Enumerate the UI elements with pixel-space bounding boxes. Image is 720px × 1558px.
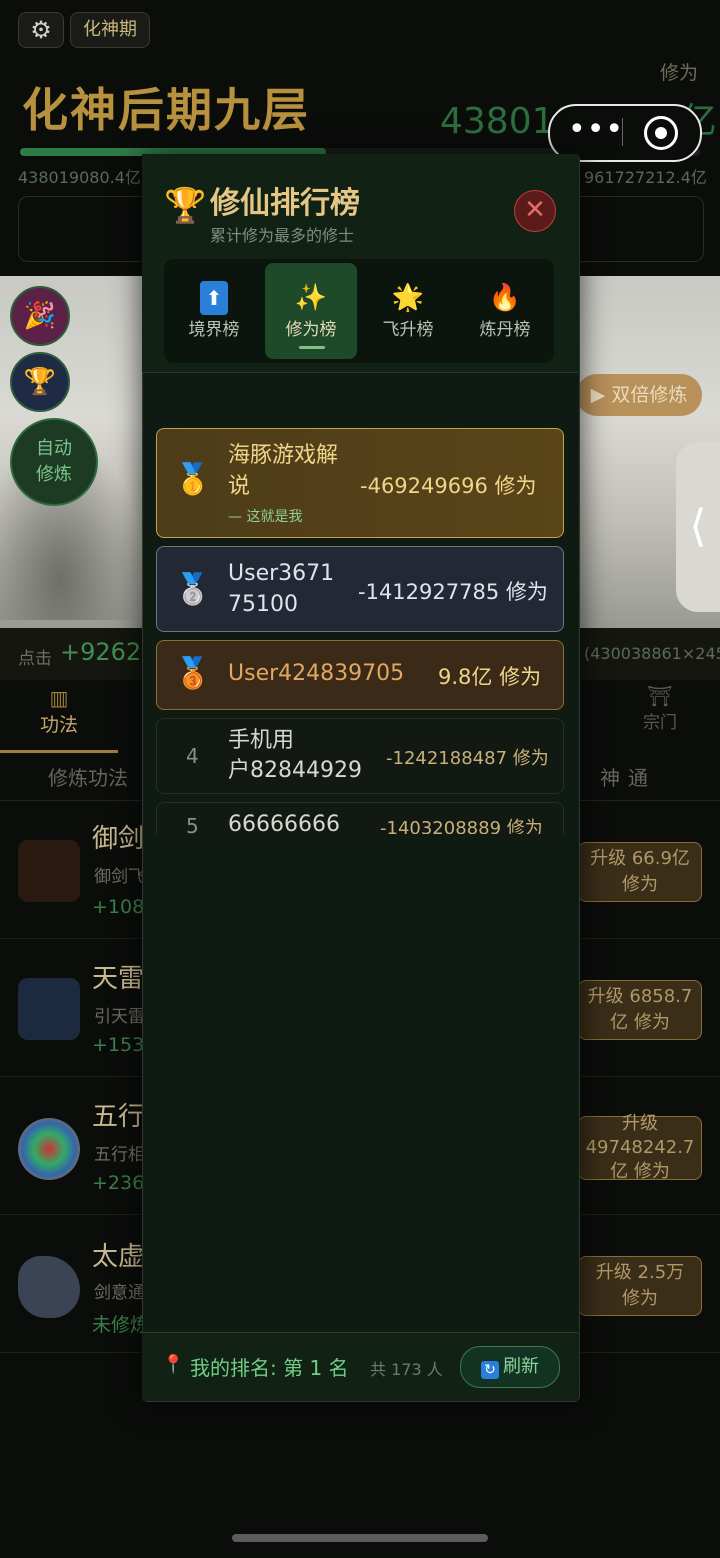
modal-title: 修仙排行榜 <box>210 186 360 221</box>
side-panel-arrow-icon[interactable]: ⟨ <box>676 442 720 612</box>
subtab-techniques[interactable]: 修炼功法 <box>48 762 128 791</box>
sparkles-icon: ✨ <box>294 283 328 313</box>
bronze-medal-icon: 🥉 <box>174 656 212 691</box>
skill-desc: 引天雷 <box>94 1007 145 1027</box>
skill-name: 天雷 <box>92 964 145 994</box>
double-cultivate-button[interactable]: ▶ 双倍修炼 <box>576 374 702 416</box>
rank-number: 5 <box>186 814 199 834</box>
player-name: 手机用 户82844929 <box>228 728 362 783</box>
player-name: User424839705 <box>228 661 405 686</box>
skill-name: 太虚 <box>92 1242 145 1272</box>
more-dots-icon[interactable]: ••• <box>568 112 624 147</box>
skill-desc: 御剑飞 <box>94 867 145 887</box>
location-pin-icon: 📍 <box>162 1354 185 1375</box>
xiuwei-label: 修为 <box>659 62 698 84</box>
tab-alchemy[interactable]: 🔥 炼丹榜 <box>459 263 551 359</box>
tab-ascension[interactable]: 🌟 飞升榜 <box>362 263 454 359</box>
auto-cultivate-label: 自动 修炼 <box>36 438 72 485</box>
player-name: 66666666 <box>228 812 340 834</box>
tab-cultivation-label: 修为榜 <box>285 320 337 340</box>
progress-target: 961727212.4亿 <box>584 168 707 187</box>
tab-cultivation[interactable]: ✨ 修为榜 <box>265 263 357 359</box>
click-formula: (430038861×245.6 <box>584 644 720 663</box>
upgrade-label: 升级 66.9亿 修为 <box>590 848 690 895</box>
tab-zongmen-label: 宗门 <box>643 713 677 733</box>
glowing-star-icon: 🌟 <box>391 283 425 313</box>
cultivation-value: 9.8亿 修为 <box>438 665 542 689</box>
rank-number: 4 <box>186 744 199 768</box>
player-name: User3671 75100 <box>228 561 335 617</box>
subtab-divine-arts[interactable]: 神通 <box>600 762 656 791</box>
close-miniprogram-icon[interactable] <box>644 116 678 150</box>
cultivation-value: -1242188487 修为 <box>386 748 549 769</box>
tab-ascension-label: 飞升榜 <box>382 320 434 340</box>
skill-gain: +236 <box>92 1172 145 1194</box>
my-rank: 我的排名: 第 1 名 <box>190 1356 349 1380</box>
tab-gongfa-label: 功法 <box>39 714 78 736</box>
active-tab-indicator <box>299 346 325 349</box>
capsule-divider <box>622 118 623 146</box>
skill-name: 御剑 <box>92 824 145 854</box>
up-arrow-icon: ⬆ <box>200 281 228 315</box>
realm-title: 化神后期九层 <box>22 83 310 137</box>
upgrade-label: 升级 6858.7 亿 修为 <box>587 986 693 1033</box>
upgrade-button[interactable]: 升级 49748242.7 亿 修为 <box>578 1113 702 1182</box>
modal-subtitle: 累计修为最多的修士 <box>210 226 355 245</box>
trophy-icon: 🏆 <box>164 186 207 226</box>
silver-medal-icon: 🥈 <box>174 572 212 607</box>
skill-desc: 剑意通 <box>94 1283 145 1303</box>
self-marker: — 这就是我 <box>228 509 303 525</box>
tab-realm-label: 境界榜 <box>188 320 240 340</box>
skill-desc: 五行相 <box>94 1145 145 1165</box>
skill-name: 五行 <box>92 1102 145 1132</box>
rank-row-5-content: 5 66666666 -1403208889 修为 <box>156 812 562 834</box>
upgrade-label: 升级 49748242.7 亿 修为 <box>585 1113 695 1182</box>
click-label: 点击 <box>18 649 52 669</box>
tab-realm[interactable]: ⬆ 境界榜 <box>168 263 260 359</box>
scroll-icon: ▥ <box>49 686 69 710</box>
refresh-label: 刷新 <box>503 1356 539 1377</box>
home-indicator <box>232 1534 488 1542</box>
sword-icon <box>18 840 80 902</box>
tab-alchemy-label: 炼丹榜 <box>479 320 531 340</box>
auto-cultivate-button[interactable]: 自动 修炼 <box>10 418 98 506</box>
upgrade-label: 升级 2.5万 修为 <box>595 1262 685 1309</box>
fire-icon: 🔥 <box>488 283 522 313</box>
realm-chip[interactable]: 化神期 <box>70 12 150 48</box>
thunder-blade-icon <box>18 978 80 1040</box>
total-players: 共 173 人 <box>370 1360 443 1379</box>
tab-gongfa[interactable]: ▥ 功法 <box>0 684 118 753</box>
skill-gain: +108 <box>92 896 145 918</box>
close-icon[interactable]: ✕ <box>514 190 556 232</box>
gold-medal-icon: 🥇 <box>174 462 212 497</box>
cultivation-value: -469249696 修为 <box>360 474 537 498</box>
upgrade-button[interactable]: 升级 2.5万 修为 <box>578 1256 702 1316</box>
cultivation-value: -1403208889 修为 <box>380 818 543 834</box>
refresh-icon: ↻ <box>481 1361 499 1379</box>
upgrade-button[interactable]: 升级 66.9亿 修为 <box>578 842 702 902</box>
player-name: 海豚游戏解 说 <box>228 443 339 499</box>
trophy-button-icon[interactable]: 🏆 <box>10 352 70 412</box>
tab-zongmen[interactable]: ⛩ 宗门 <box>600 684 720 750</box>
skill-gain: 未修炼 <box>92 1314 150 1336</box>
upgrade-button[interactable]: 升级 6858.7 亿 修为 <box>578 980 702 1040</box>
skill-gain: +153 <box>92 1034 145 1056</box>
refresh-button[interactable]: ↻ 刷新 <box>460 1346 560 1388</box>
cultivation-value: -1412927785 修为 <box>358 580 548 604</box>
progress-current: 438019080.4亿 <box>18 168 141 187</box>
settings-gear-icon[interactable]: ⚙ <box>18 12 64 48</box>
header-divider <box>142 372 578 373</box>
party-popper-icon[interactable]: 🎉 <box>10 286 70 346</box>
five-elements-icon <box>18 1118 80 1180</box>
sect-icon: ⛩ <box>647 684 673 708</box>
